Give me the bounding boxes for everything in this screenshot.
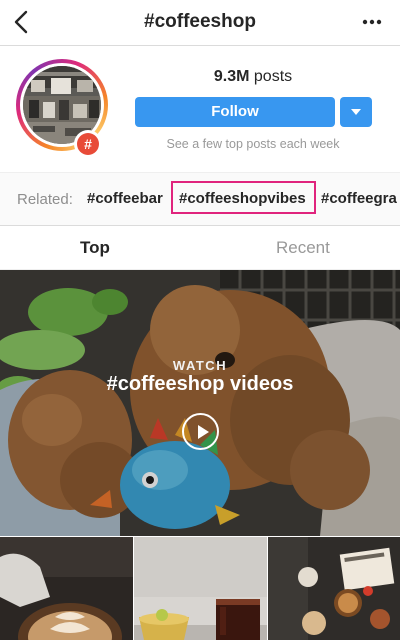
hashtag-badge: # bbox=[74, 130, 102, 158]
play-icon bbox=[198, 425, 209, 439]
top-bar: #coffeeshop bbox=[0, 0, 400, 46]
tab-recent[interactable]: Recent bbox=[276, 238, 330, 258]
watch-label: WATCH bbox=[172, 358, 228, 373]
tab-bar: Top Recent bbox=[0, 226, 400, 270]
posts-count-value: 9.3M bbox=[213, 68, 250, 85]
follow-dropdown-button[interactable] bbox=[340, 97, 372, 127]
related-tag-coffeeshopvibes[interactable]: #coffeeshopvibes bbox=[179, 190, 306, 207]
iced-coffee-photo bbox=[134, 537, 267, 640]
tab-top[interactable]: Top bbox=[80, 238, 110, 258]
more-options-button[interactable] bbox=[360, 12, 384, 32]
caret-down-icon bbox=[351, 109, 361, 115]
posts-count: 9.3M posts bbox=[135, 68, 371, 86]
flatlay-photo bbox=[268, 537, 400, 640]
puppies-photo bbox=[0, 270, 400, 536]
posts-grid bbox=[0, 537, 400, 640]
posts-count-label: posts bbox=[253, 68, 293, 85]
hashtag-icon: # bbox=[77, 133, 99, 155]
related-tag-coffeegra[interactable]: #coffeegra bbox=[321, 190, 397, 207]
latte-art-photo bbox=[0, 537, 133, 640]
related-hashtags-bar: Related: #coffeebar #coffeeshopvibes #co… bbox=[0, 172, 400, 226]
post-thumbnail[interactable] bbox=[268, 537, 400, 640]
more-horizontal-icon bbox=[362, 19, 382, 25]
follow-hint: See a few top posts each week bbox=[166, 137, 340, 151]
related-tag-coffeebar[interactable]: #coffeebar bbox=[87, 190, 163, 207]
post-thumbnail[interactable] bbox=[134, 537, 267, 640]
post-thumbnail[interactable] bbox=[0, 537, 133, 640]
related-label: Related: bbox=[17, 191, 73, 208]
play-button[interactable] bbox=[182, 413, 219, 450]
follow-button[interactable]: Follow bbox=[135, 97, 335, 127]
video-hero[interactable]: WATCH #coffeeshop videos bbox=[0, 270, 400, 536]
video-title: #coffeeshop videos bbox=[106, 373, 294, 395]
hashtag-header: # 9.3M posts Follow See a few top posts … bbox=[0, 47, 400, 172]
page-title: #coffeeshop bbox=[144, 11, 256, 32]
